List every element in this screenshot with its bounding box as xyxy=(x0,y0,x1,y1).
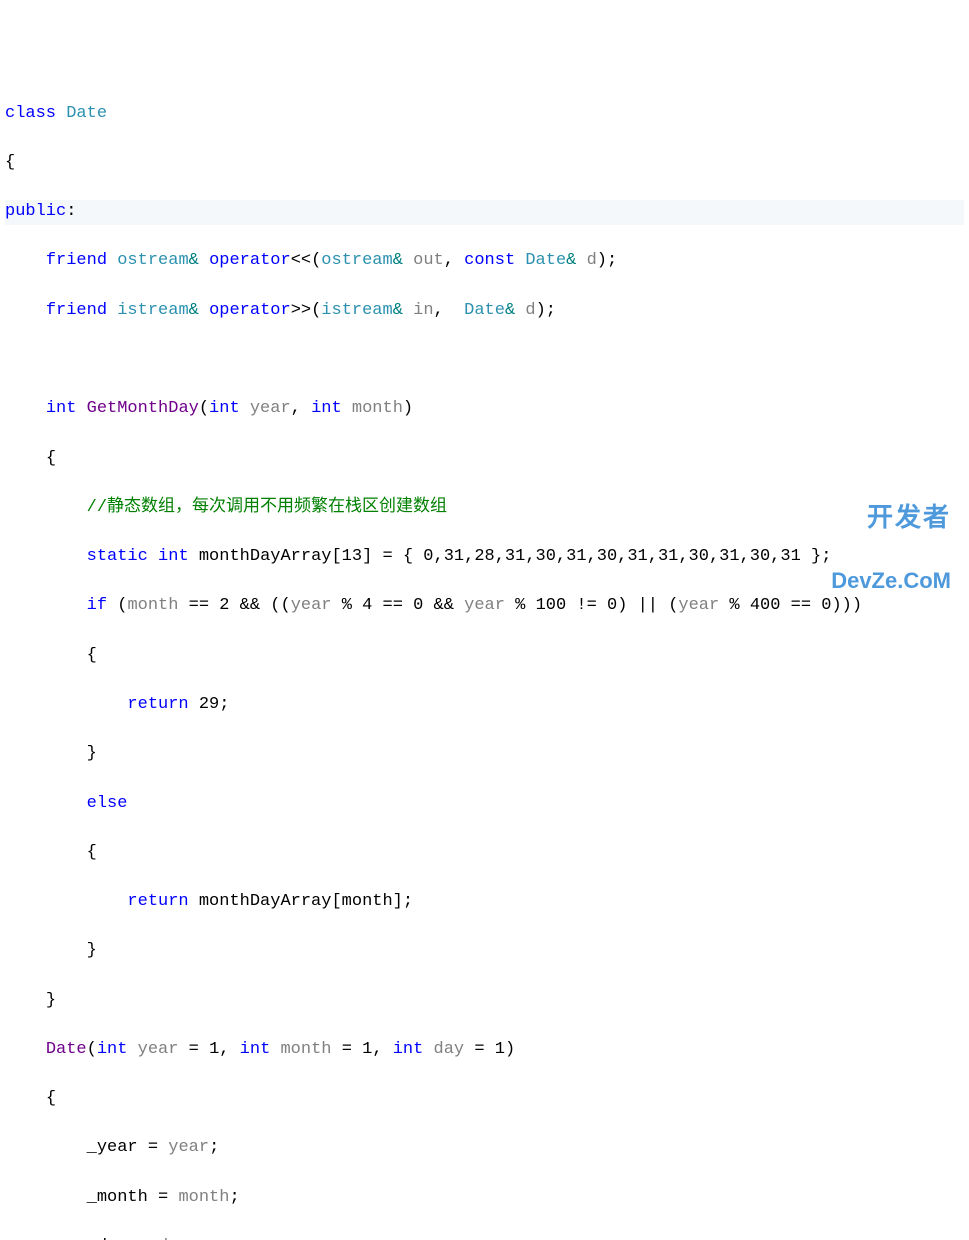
array-initializer: { 0,31,28,31,30,31,30,31,31,30,31,30,31 … xyxy=(403,547,821,566)
code-line: friend istream& operator>>(istream& in, … xyxy=(5,299,964,324)
code-line: _year = year; xyxy=(5,1136,964,1161)
code-line: Date(int year = 1, int month = 1, int da… xyxy=(5,1038,964,1063)
member-month: _month xyxy=(87,1188,148,1207)
op-amp: & xyxy=(189,251,199,270)
code-line: return monthDayArray[month]; xyxy=(5,890,964,915)
type-ostream: ostream xyxy=(321,251,392,270)
param-out: out xyxy=(413,251,444,270)
code-line-blank xyxy=(5,348,964,373)
code-line: //静态数组，每次调用不用频繁在栈区创建数组 xyxy=(5,496,964,521)
code-line: return 29; xyxy=(5,693,964,718)
type-date: Date xyxy=(525,251,566,270)
type-ostream: ostream xyxy=(117,251,188,270)
member-year: _year xyxy=(87,1138,138,1157)
keyword-public: public xyxy=(5,202,66,221)
watermark: 开发者 DevZe.CoM xyxy=(831,466,951,612)
param-d: d xyxy=(587,251,597,270)
code-line: { xyxy=(5,1087,964,1112)
code-line: static int monthDayArray[13] = { 0,31,28… xyxy=(5,545,964,570)
code-line: } xyxy=(5,989,964,1014)
keyword-operator: operator xyxy=(209,251,291,270)
code-line-highlighted: public: xyxy=(5,200,964,225)
func-getmonthday: GetMonthDay xyxy=(87,399,199,418)
keyword-else: else xyxy=(87,794,128,813)
keyword-return: return xyxy=(127,695,188,714)
keyword-class: class xyxy=(5,104,56,123)
watermark-en: DevZe.CoM xyxy=(831,569,951,593)
brace: { xyxy=(5,153,15,172)
code-line: { xyxy=(5,841,964,866)
code-line: { xyxy=(5,447,964,472)
code-line: { xyxy=(5,644,964,669)
code-line: else xyxy=(5,792,964,817)
member-day: _day xyxy=(87,1237,128,1240)
code-line: } xyxy=(5,742,964,767)
code-line: } xyxy=(5,939,964,964)
code-line: friend ostream& operator<<(ostream& out,… xyxy=(5,249,964,274)
keyword-static: static xyxy=(87,547,148,566)
code-line: { xyxy=(5,151,964,176)
op-rshift: >> xyxy=(291,301,311,320)
param-day: day xyxy=(434,1040,465,1059)
code-line: class Date xyxy=(5,102,964,127)
keyword-int: int xyxy=(46,399,77,418)
code-line: int GetMonthDay(int year, int month) xyxy=(5,397,964,422)
var-monthdayarray: monthDayArray xyxy=(199,547,332,566)
keyword-const: const xyxy=(464,251,515,270)
watermark-cn: 开发者 xyxy=(831,503,951,532)
code-line: _month = month; xyxy=(5,1186,964,1211)
code-line: _day = day; xyxy=(5,1235,964,1240)
code-line: if (month == 2 && ((year % 4 == 0 && yea… xyxy=(5,594,964,619)
type-istream: istream xyxy=(117,301,188,320)
op-lshift: << xyxy=(291,251,311,270)
comment-static-array: //静态数组，每次调用不用频繁在栈区创建数组 xyxy=(87,498,447,517)
keyword-if: if xyxy=(87,596,107,615)
keyword-friend: friend xyxy=(46,251,107,270)
param-year: year xyxy=(250,399,291,418)
param-month: month xyxy=(352,399,403,418)
param-in: in xyxy=(413,301,433,320)
class-name: Date xyxy=(66,104,107,123)
ctor-date: Date xyxy=(46,1040,87,1059)
